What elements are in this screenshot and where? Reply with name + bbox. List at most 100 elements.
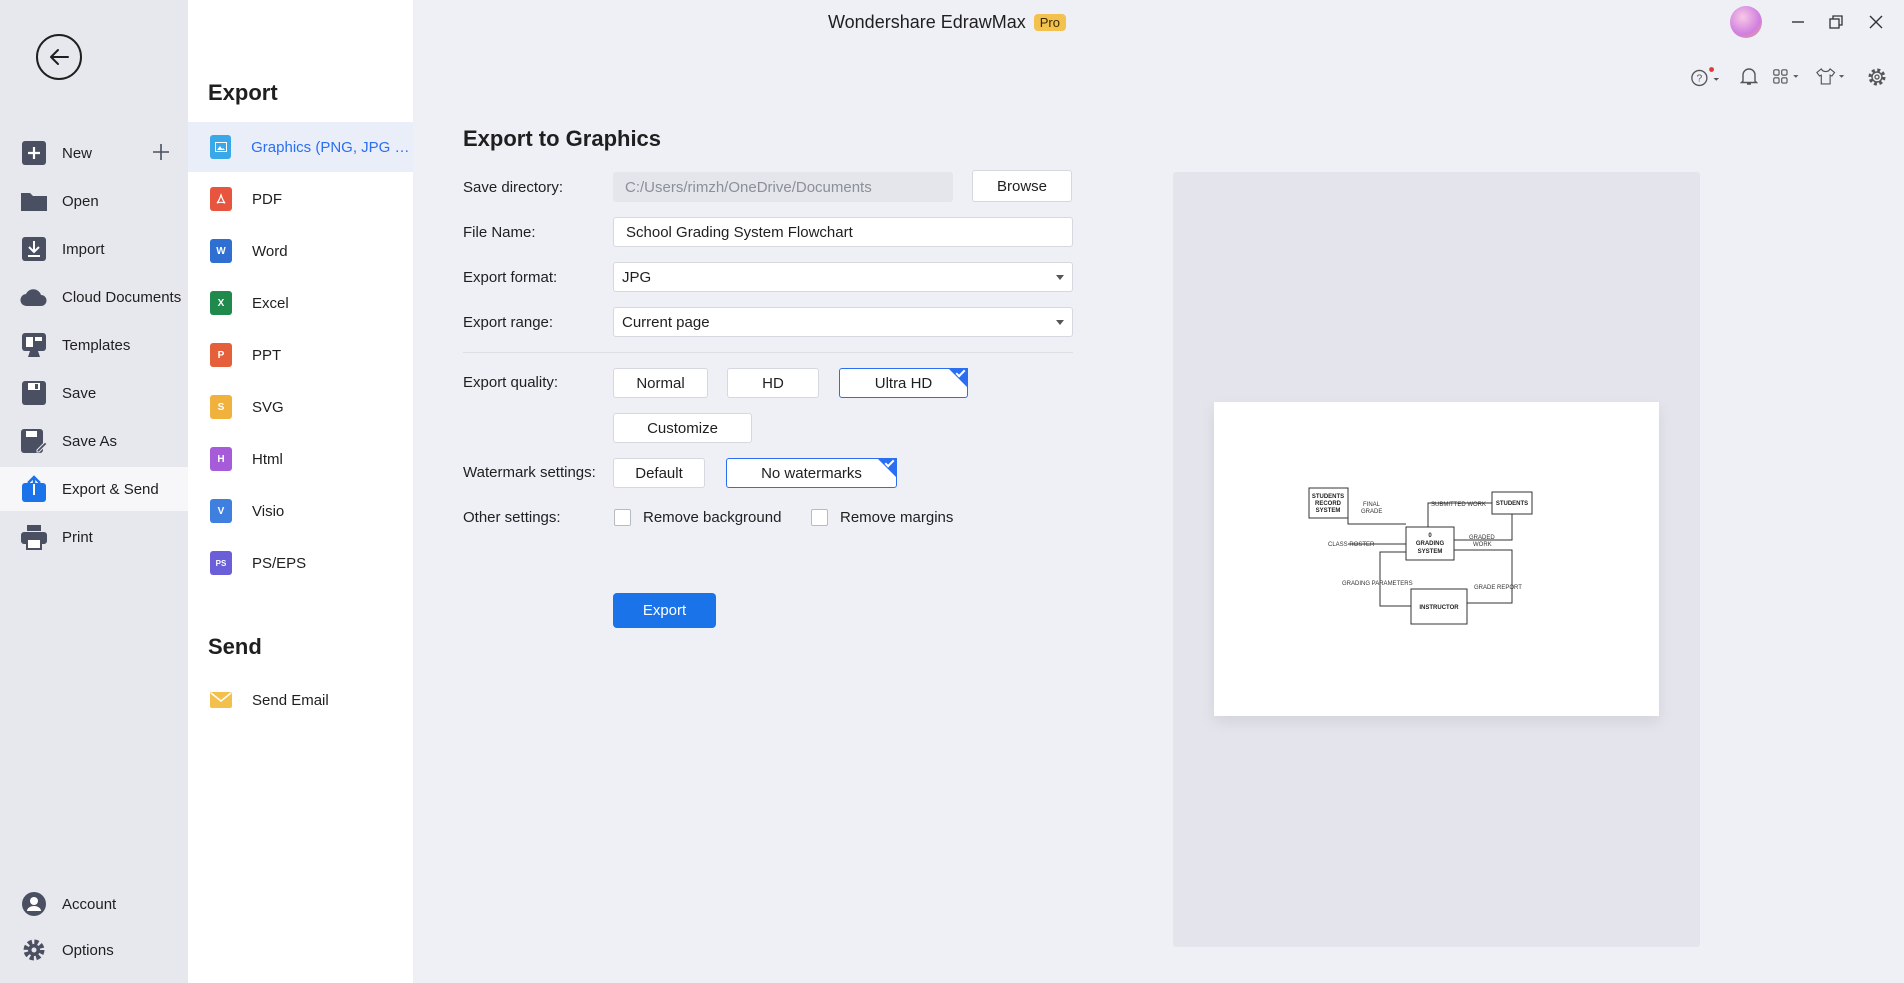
nav-label-account: Account	[62, 895, 117, 913]
nav-item-cloud-documents[interactable]: Cloud Documents	[0, 275, 188, 319]
other-settings-label: Other settings:	[463, 509, 561, 526]
nav-label-save: Save	[62, 384, 97, 402]
html-file-icon: H	[210, 447, 232, 471]
back-button[interactable]	[36, 34, 82, 80]
customize-button[interactable]: Customize	[613, 413, 752, 443]
label-grade-report: GRADE REPORT	[1474, 585, 1522, 591]
browse-button[interactable]: Browse	[972, 170, 1072, 202]
format-word[interactable]: W Word	[188, 226, 413, 276]
label-class-roster: CLASS ROSTER	[1328, 542, 1375, 548]
quality-normal-button[interactable]: Normal	[613, 368, 708, 398]
nav-item-import[interactable]: Import	[0, 227, 188, 271]
node-students-text: STUDENTS	[1496, 501, 1528, 507]
folder-icon	[20, 187, 48, 215]
node-grading-line3: SYSTEM	[1418, 549, 1443, 555]
file-name-input[interactable]: School Grading System Flowchart	[613, 217, 1073, 247]
close-button[interactable]	[1862, 8, 1890, 36]
import-icon	[20, 235, 48, 263]
label-graded-work-2: WORK	[1473, 542, 1492, 548]
format-label: PPT	[252, 346, 282, 364]
watermark-label: Watermark settings:	[463, 464, 596, 481]
page-title: Export to Graphics	[463, 126, 662, 151]
save-directory-label: Save directory:	[463, 179, 564, 196]
node-grading-line2: GRADING	[1416, 541, 1445, 547]
label-final-grade: FINAL	[1363, 502, 1381, 508]
save-directory-field: C:/Users/rimzh/OneDrive/Documents	[613, 172, 953, 202]
send-email[interactable]: Send Email	[188, 675, 413, 725]
export-range-select[interactable]: Current page	[613, 307, 1073, 337]
shirt-icon	[1816, 68, 1845, 85]
export-format-select[interactable]: JPG	[613, 262, 1073, 292]
remove-margins-label: Remove margins	[840, 509, 954, 526]
minimize-button[interactable]	[1784, 8, 1812, 36]
format-pdf[interactable]: PDF	[188, 174, 413, 224]
format-graphics[interactable]: Graphics (PNG, JPG et...	[188, 122, 413, 172]
nav-item-account[interactable]: Account	[0, 882, 188, 926]
format-label: Visio	[252, 502, 285, 520]
nav-label-cloud-documents: Cloud Documents	[62, 288, 182, 306]
file-name-label: File Name:	[463, 224, 536, 241]
restore-button[interactable]	[1822, 8, 1850, 36]
quality-hd-button[interactable]: HD	[727, 368, 819, 398]
notifications-button[interactable]	[1734, 66, 1764, 86]
templates-icon	[20, 331, 48, 359]
nav-item-options[interactable]: Options	[0, 928, 188, 972]
print-icon	[20, 523, 48, 551]
nav-label-open: Open	[62, 192, 99, 210]
export-button[interactable]: Export	[613, 593, 716, 628]
node-instructor-text: INSTRUCTOR	[1419, 605, 1459, 611]
svg-text:?: ?	[1697, 74, 1703, 85]
avatar[interactable]	[1730, 6, 1762, 38]
format-visio[interactable]: V Visio	[188, 486, 413, 536]
gear-icon	[20, 936, 48, 964]
watermark-none-button[interactable]: No watermarks	[726, 457, 897, 488]
node-records-line1: STUDENTS	[1312, 494, 1344, 500]
apps-button[interactable]	[1772, 66, 1802, 86]
save-as-icon	[20, 427, 48, 455]
format-ps-eps[interactable]: PS PS/EPS	[188, 538, 413, 588]
nav-label-save-as: Save As	[62, 432, 118, 450]
minimize-icon	[1792, 21, 1804, 23]
settings-button[interactable]	[1862, 66, 1892, 88]
image-file-icon	[210, 135, 232, 159]
export-heading: Export	[208, 80, 278, 105]
format-label: PDF	[252, 190, 282, 208]
close-icon	[1869, 15, 1883, 29]
quality-ultra-hd-button[interactable]: Ultra HD	[839, 367, 968, 398]
watermark-none-label: No watermarks	[761, 464, 862, 482]
nav-item-save[interactable]: Save	[0, 371, 188, 415]
nav-item-print[interactable]: Print	[0, 515, 188, 559]
label-submitted-work: SUBMITTED WORK	[1431, 502, 1486, 508]
nav-label-new: New	[62, 144, 93, 162]
pdf-file-icon	[210, 187, 232, 211]
nav-item-templates[interactable]: Templates	[0, 323, 188, 367]
preview-panel: FINAL GRADE SUBMITTED WORK GRADED WORK C…	[1173, 172, 1700, 947]
add-icon[interactable]	[150, 141, 172, 163]
format-svg[interactable]: S SVG	[188, 382, 413, 432]
format-html[interactable]: H Html	[188, 434, 413, 484]
theme-button[interactable]	[1816, 66, 1846, 86]
preview-page: FINAL GRADE SUBMITTED WORK GRADED WORK C…	[1214, 402, 1659, 716]
watermark-default-button[interactable]: Default	[613, 458, 705, 488]
export-range-value: Current page	[622, 313, 710, 331]
nav-label-print: Print	[62, 528, 93, 546]
format-excel[interactable]: X Excel	[188, 278, 413, 328]
export-format-value: JPG	[622, 268, 652, 286]
quality-ultra-hd-label: Ultra HD	[874, 374, 933, 392]
format-label: Graphics (PNG, JPG et...	[251, 138, 413, 156]
nav-item-open[interactable]: Open	[0, 179, 188, 223]
save-icon	[20, 379, 48, 407]
export-range-label: Export range:	[463, 314, 554, 331]
nav-item-save-as[interactable]: Save As	[0, 419, 188, 463]
format-ppt[interactable]: P PPT	[188, 330, 413, 380]
help-button[interactable]: ?	[1690, 66, 1720, 88]
nav-label-options: Options	[62, 941, 114, 959]
nav-item-new[interactable]: New	[0, 131, 188, 175]
remove-margins-checkbox[interactable]	[811, 509, 828, 526]
node-records-line3: SYSTEM	[1316, 508, 1341, 514]
remove-background-checkbox[interactable]	[614, 509, 631, 526]
app-title: Wondershare EdrawMax Pro	[828, 12, 1066, 33]
nav-item-export-send[interactable]: Export & Send	[0, 467, 188, 511]
app-name: Wondershare EdrawMax	[828, 12, 1026, 32]
arrow-left-icon	[50, 49, 69, 65]
